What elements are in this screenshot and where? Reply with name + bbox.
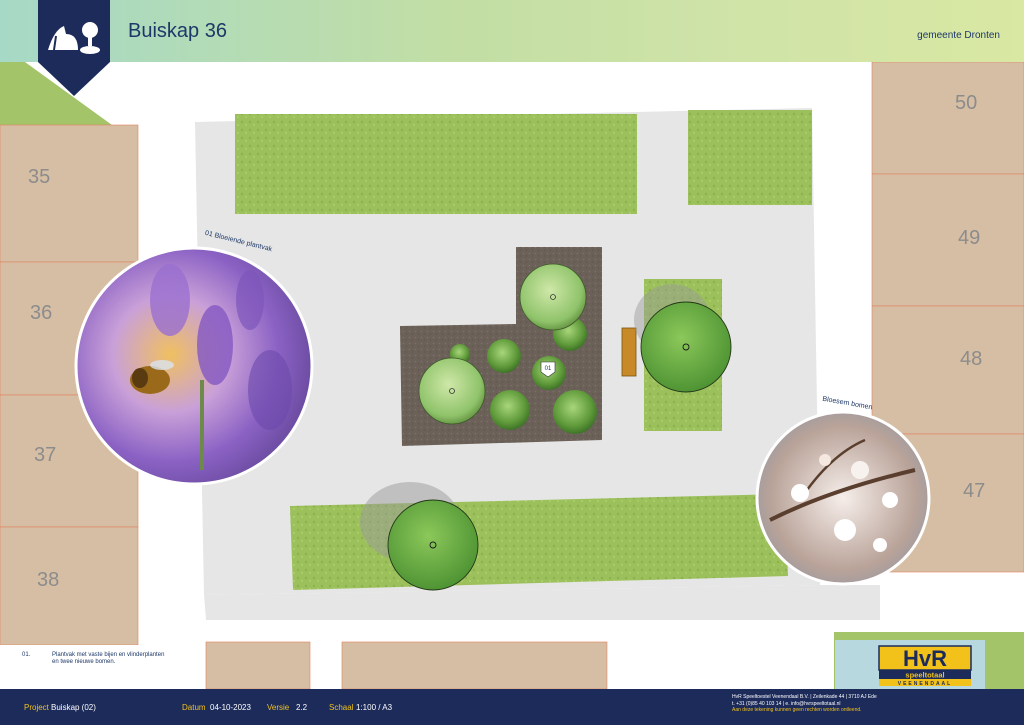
legend-number: 01. [22,652,31,658]
lot-number: 38 [37,569,60,591]
existing-tree [387,499,479,591]
lot-number: 50 [955,92,978,114]
lot-bottom-2 [341,641,608,689]
lavender-bee-photo [74,246,314,486]
site-plan-map: 01 [0,62,1024,689]
page-title: Buiskap 36 [128,20,227,42]
lot-number: 35 [28,166,51,188]
lot-number: 37 [34,444,57,466]
bench [621,327,637,377]
hvr-logo-icon: HvR speeltotaal VEENENDAAL [878,645,972,687]
lot-number: 36 [30,302,53,324]
lot-number: 48 [960,348,983,370]
legend-text: Plantvak met vaste bijen en vlinderplant… [52,652,165,665]
logo-text-hvr: HvR [903,646,947,671]
shrub [490,390,530,430]
project-value: Buiskap (02) [51,703,96,712]
logo-text-veenendaal: VEENENDAAL [898,681,952,687]
playground-icon [38,0,110,96]
header-bar: Buiskap 36 gemeente Dronten [0,0,1024,62]
hvr-brand-logo: HvR speeltotaal VEENENDAAL [835,640,985,690]
date-label: Datum [182,703,206,712]
company-address: HvR Speeltoestel Veenendaal B.V. | Zeile… [732,694,877,700]
scale-label: Schaal [329,703,354,712]
shrub [487,339,521,373]
new-tree-crown [519,263,587,331]
marker-label: 01 [545,366,552,372]
lawn-north-east [688,110,812,205]
lot-number: 47 [963,480,986,502]
lot-number: 49 [958,227,981,249]
logo-text-speeltotaal: speeltotaal [905,671,944,680]
blossom-branch-photo [755,410,931,586]
lawn-north-west [235,114,637,214]
disclaimer: Aan deze tekening kunnen geen rechten wo… [732,707,862,713]
new-tree-crown [418,357,486,425]
project-label: Project [24,703,49,712]
shrub [553,390,597,434]
existing-tree [640,301,732,393]
scale-value: 1:100 / A3 [356,703,393,712]
version-label: Versie [267,703,290,712]
client-name: gemeente Dronten [917,30,1000,41]
date-value: 04-10-2023 [210,703,251,712]
footer-bar: Project Buiskap (02) Datum 04-10-2023 Ve… [0,689,1024,725]
version-value: 2.2 [296,703,308,712]
company-info: HvR Speeltoestel Veenendaal B.V. | Zeile… [732,694,877,714]
lot-bottom-1 [205,641,311,689]
